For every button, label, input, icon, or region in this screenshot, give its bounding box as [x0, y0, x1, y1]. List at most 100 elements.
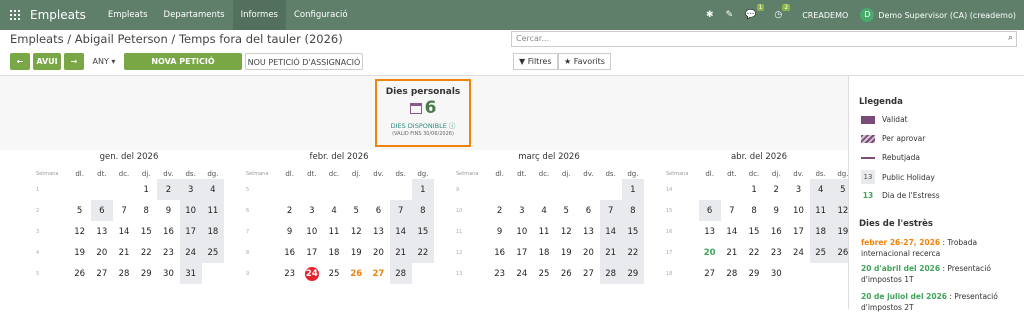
help-icon[interactable]: ⓘ [449, 122, 456, 130]
day-cell[interactable]: 4 [323, 200, 345, 221]
day-cell[interactable]: 20 [91, 242, 113, 263]
day-cell[interactable]: 13 [91, 221, 113, 242]
day-cell[interactable]: 25 [533, 263, 555, 284]
favorites-button[interactable]: ★ Favorits [558, 53, 611, 70]
pencil-icon[interactable]: ✎ [726, 10, 734, 20]
day-cell[interactable]: 2 [279, 200, 301, 221]
day-cell[interactable]: 9 [279, 221, 301, 242]
day-cell[interactable]: 15 [135, 221, 157, 242]
day-cell[interactable]: 11 [201, 200, 224, 221]
menu-item-informes[interactable]: Informes [232, 0, 286, 30]
day-cell[interactable]: 6 [367, 200, 389, 221]
personal-days-card[interactable]: Dies personals 6 DIES DISPONIBLE ⓘ (VALI… [375, 79, 471, 147]
day-cell[interactable]: 4 [809, 179, 832, 200]
day-cell[interactable]: 26 [345, 263, 367, 284]
day-cell[interactable]: 18 [533, 242, 555, 263]
new-allocation-button[interactable]: NOU PETICIÓ D'ASSIGNACIÓ [245, 53, 363, 70]
menu-item-empleats[interactable]: Empleats [100, 0, 156, 30]
day-cell[interactable]: 24 [787, 242, 809, 263]
day-cell[interactable]: 16 [765, 221, 787, 242]
filters-button[interactable]: ▼ Filtres [513, 53, 558, 70]
day-cell[interactable]: 19 [69, 242, 91, 263]
day-cell[interactable]: 15 [621, 221, 644, 242]
day-cell[interactable]: 1 [743, 179, 765, 200]
day-cell[interactable]: 23 [489, 263, 511, 284]
next-button[interactable]: → [64, 53, 84, 70]
day-cell[interactable]: 11 [809, 200, 832, 221]
day-cell[interactable]: 25 [323, 263, 345, 284]
day-cell[interactable]: 9 [489, 221, 511, 242]
day-cell[interactable]: 8 [743, 200, 765, 221]
app-name[interactable]: Empleats [30, 8, 86, 22]
day-cell[interactable]: 27 [699, 263, 721, 284]
day-cell[interactable]: 8 [411, 200, 434, 221]
day-cell[interactable]: 2 [157, 179, 180, 200]
day-cell[interactable]: 8 [621, 200, 644, 221]
day-cell[interactable]: 23 [279, 263, 301, 284]
day-cell[interactable]: 27 [577, 263, 599, 284]
today-button[interactable]: AVUI [33, 53, 61, 70]
day-cell[interactable]: 22 [135, 242, 157, 263]
day-cell[interactable]: 9 [765, 200, 787, 221]
today-marker[interactable]: 24 [304, 266, 319, 281]
menu-item-configuracio[interactable]: Configuració [286, 0, 356, 30]
year-dropdown[interactable]: ANY ▾ [89, 53, 119, 70]
menu-item-departaments[interactable]: Departaments [156, 0, 233, 30]
day-cell[interactable]: 18 [809, 221, 832, 242]
day-cell[interactable]: 5 [69, 200, 91, 221]
day-cell[interactable]: 3 [301, 200, 323, 221]
day-cell[interactable]: 27 [367, 263, 389, 284]
day-cell[interactable]: 21 [389, 242, 412, 263]
day-cell[interactable]: 6 [90, 200, 113, 221]
day-cell[interactable]: 1 [411, 179, 434, 200]
day-cell[interactable]: 20 [577, 242, 599, 263]
day-cell[interactable]: 6 [698, 200, 721, 221]
day-cell[interactable]: 29 [621, 263, 644, 284]
bug-icon[interactable]: ✱ [706, 10, 714, 20]
day-cell[interactable]: 14 [599, 221, 622, 242]
day-cell[interactable]: 4 [533, 200, 555, 221]
day-cell[interactable]: 3 [787, 179, 809, 200]
day-cell[interactable]: 18 [201, 221, 224, 242]
day-cell[interactable]: 19 [555, 242, 577, 263]
day-cell[interactable]: 11 [323, 221, 345, 242]
day-cell[interactable]: 10 [511, 221, 533, 242]
day-cell[interactable]: 12 [345, 221, 367, 242]
day-cell[interactable]: 20 [699, 242, 721, 263]
day-cell[interactable]: 5 [345, 200, 367, 221]
day-cell[interactable]: 18 [323, 242, 345, 263]
day-cell[interactable]: 14 [389, 221, 412, 242]
day-cell[interactable]: 17 [511, 242, 533, 263]
day-cell[interactable]: 28 [113, 263, 135, 284]
day-cell[interactable]: 17 [787, 221, 809, 242]
breadcrumb[interactable]: Empleats / Abigail Peterson / Temps fora… [10, 32, 343, 46]
day-cell[interactable]: 30 [765, 263, 787, 284]
avatar[interactable]: D [860, 8, 875, 22]
day-cell[interactable]: 29 [743, 263, 765, 284]
day-cell[interactable]: 16 [489, 242, 511, 263]
search-icon[interactable]: ⌕ [1008, 33, 1013, 43]
day-cell[interactable]: 13 [699, 221, 721, 242]
day-cell[interactable]: 15 [743, 221, 765, 242]
day-cell[interactable]: 7 [113, 200, 135, 221]
day-cell[interactable]: 26 [555, 263, 577, 284]
day-cell[interactable]: 28 [389, 263, 412, 284]
day-cell[interactable]: 17 [179, 221, 202, 242]
day-cell[interactable]: 21 [721, 242, 743, 263]
day-cell[interactable]: 17 [301, 242, 323, 263]
day-cell[interactable]: 10 [301, 221, 323, 242]
day-cell[interactable]: 31 [179, 263, 202, 284]
day-cell[interactable]: 2 [489, 200, 511, 221]
day-cell[interactable]: 21 [113, 242, 135, 263]
user-name[interactable]: Demo Supervisor (CA) (creademo) [878, 11, 1016, 20]
day-cell[interactable]: 6 [577, 200, 599, 221]
day-cell[interactable]: 22 [621, 242, 644, 263]
day-cell[interactable]: 12 [69, 221, 91, 242]
day-cell[interactable]: 14 [113, 221, 135, 242]
company-name[interactable]: CREADEMO [802, 11, 848, 20]
new-absence-button[interactable]: NOVA PETICIÓ D'ABSÈNCIA [124, 53, 242, 83]
search-input[interactable]: Cercar... ⌕ [511, 31, 1017, 47]
day-cell[interactable]: 14 [721, 221, 743, 242]
day-cell[interactable]: 22 [743, 242, 765, 263]
day-cell[interactable]: 25 [809, 242, 832, 263]
